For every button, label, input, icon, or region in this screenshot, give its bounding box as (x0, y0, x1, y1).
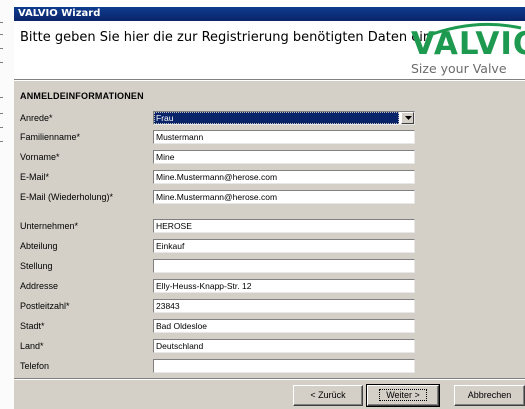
title-bar: VALVIO Wizard (14, 7, 525, 21)
salutation-select[interactable]: Frau (153, 111, 415, 125)
logo-tagline: Size your Valve (411, 61, 507, 76)
department-field[interactable]: Einkauf (153, 239, 415, 253)
postal-code-field[interactable]: 23843 (153, 299, 415, 313)
back-button[interactable]: < Zurück (293, 385, 363, 406)
edge-mark (0, 141, 3, 142)
edge-mark (0, 22, 3, 23)
valvio-logo: VALVIO Size your Valve (411, 22, 525, 79)
wizard-header: Bitte geben Sie hier die zur Registrieru… (14, 21, 525, 79)
company-field[interactable]: HEROSE (153, 219, 415, 233)
edge-mark (0, 62, 3, 63)
city-label: Stadt* (20, 321, 45, 331)
first-name-field[interactable]: Mine (153, 150, 415, 164)
phone-label: Telefon (20, 361, 50, 371)
chevron-down-icon (405, 116, 412, 120)
city-field[interactable]: Bad Oldesloe (153, 319, 415, 333)
first-name-label: Vorname* (20, 152, 60, 162)
wizard-window: VALVIO Wizard Bitte geben Sie hier die z… (14, 7, 525, 409)
country-label: Land* (20, 341, 44, 351)
email-label: E-Mail* (20, 172, 50, 182)
position-label: Stellung (20, 261, 53, 271)
edge-mark (0, 113, 3, 114)
salutation-label: Anrede* (20, 113, 53, 123)
logo-name: VALVIO (411, 26, 525, 62)
dropdown-button[interactable] (401, 112, 414, 124)
company-label: Unternehmen* (20, 221, 79, 231)
position-field[interactable] (153, 259, 415, 273)
phone-field[interactable] (153, 359, 415, 373)
address-label: Addresse (20, 281, 59, 291)
edge-mark (0, 48, 3, 49)
country-field[interactable]: Deutschland (153, 339, 415, 353)
postal-code-label: Postleitzahl* (20, 301, 70, 311)
next-button-label: Weiter > (379, 389, 427, 401)
department-label: Abteilung (20, 241, 58, 251)
edge-mark (0, 127, 3, 128)
last-name-label: Familienname* (20, 132, 81, 142)
footer-divider (14, 378, 525, 380)
edge-mark (0, 34, 3, 35)
email-repeat-field[interactable]: Mine.Mustermann@herose.com (153, 190, 415, 204)
section-title: ANMELDEINFORMATIONEN (20, 91, 144, 101)
salutation-value[interactable]: Frau (154, 112, 399, 124)
header-instruction: Bitte geben Sie hier die zur Registrieru… (20, 30, 432, 45)
address-field[interactable]: Elly-Heuss-Knapp-Str. 12 (153, 279, 415, 293)
cancel-button[interactable]: Abbrechen (454, 385, 525, 406)
header-divider (14, 79, 525, 81)
next-button[interactable]: Weiter > (366, 384, 440, 407)
email-field[interactable]: Mine.Mustermann@herose.com (153, 170, 415, 184)
email-repeat-label: E-Mail (Wiederholung)* (20, 192, 114, 202)
edge-mark (0, 97, 3, 98)
last-name-field[interactable]: Mustermann (153, 130, 415, 144)
background-edge (0, 0, 14, 409)
